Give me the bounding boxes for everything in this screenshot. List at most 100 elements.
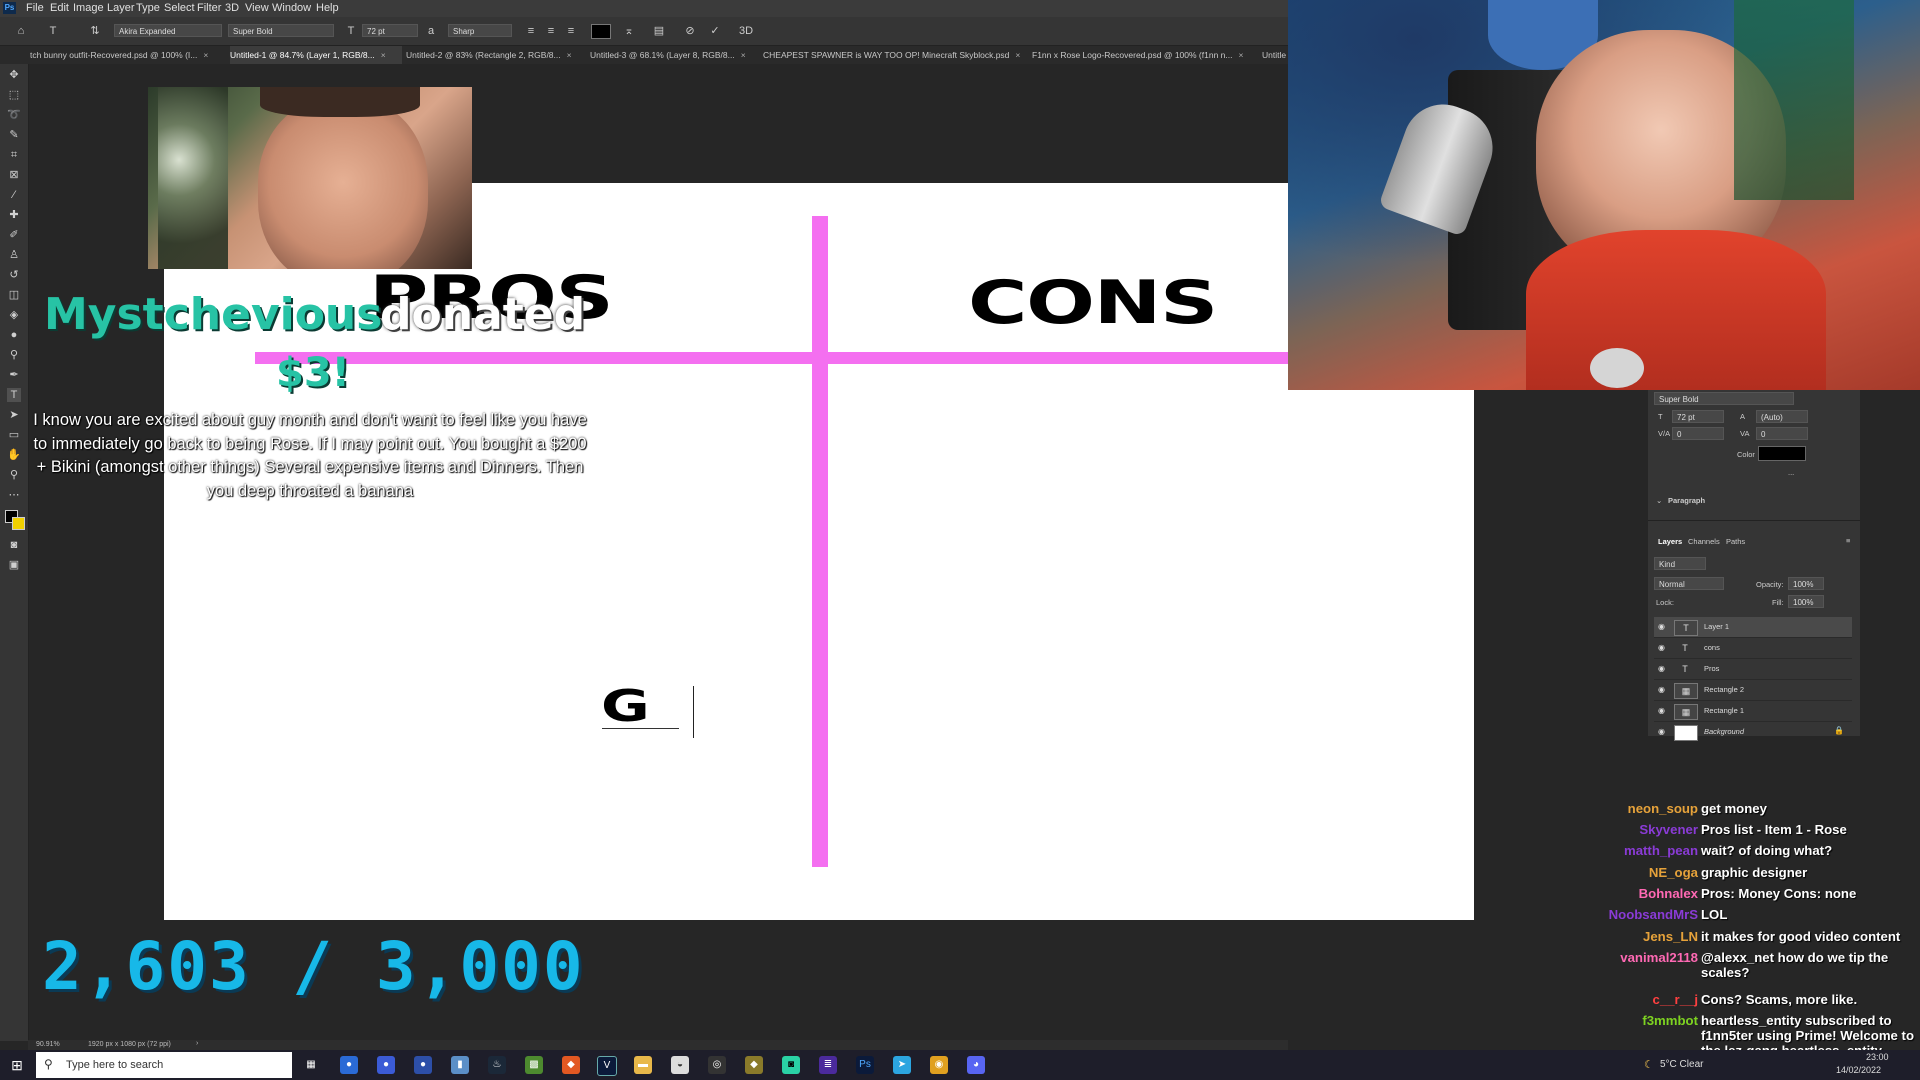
pen-tool-icon[interactable]: ✒ xyxy=(7,368,21,382)
file-explorer-icon[interactable]: ▬ xyxy=(634,1056,652,1074)
menu-filter[interactable]: Filter xyxy=(197,2,221,14)
text-orientation-icon[interactable]: ⇅ xyxy=(88,24,102,38)
hand-tool-icon[interactable]: ✋ xyxy=(7,448,21,462)
zoom-tool-icon[interactable]: ⚲ xyxy=(7,468,21,482)
menu-image[interactable]: Image xyxy=(73,2,104,14)
close-icon[interactable]: × xyxy=(1238,50,1243,60)
chrome-icon[interactable]: ◉ xyxy=(930,1056,948,1074)
menu-3d[interactable]: 3D xyxy=(225,2,239,14)
clock-time[interactable]: 23:00 xyxy=(1866,1052,1889,1062)
font-family-select[interactable]: Akira Expanded xyxy=(114,24,222,37)
app-icon[interactable]: ◆ xyxy=(562,1056,580,1074)
eye-icon[interactable]: ◉ xyxy=(1658,706,1665,715)
layer-row-background[interactable]: ◉ Background 🔒 xyxy=(1654,722,1852,742)
vegas-icon[interactable]: V xyxy=(597,1056,617,1076)
discord-icon[interactable]: ◕ xyxy=(967,1056,985,1074)
dodge-tool-icon[interactable]: ⚲ xyxy=(7,348,21,362)
app-icon[interactable]: ◆ xyxy=(745,1056,763,1074)
kerning-field[interactable]: 0 xyxy=(1672,427,1724,440)
tab-doc-3[interactable]: Untitled-2 @ 83% (Rectangle 2, RGB/8... × xyxy=(406,46,576,64)
rectangle-tool-icon[interactable]: ▭ xyxy=(7,428,21,442)
more-options-icon[interactable]: ... xyxy=(1788,468,1794,477)
type-tool-icon[interactable]: T xyxy=(7,388,21,402)
align-right-icon[interactable]: ≡ xyxy=(564,24,578,38)
app-icon[interactable]: ◙ xyxy=(782,1056,800,1074)
history-brush-tool-icon[interactable]: ↺ xyxy=(7,268,21,282)
app-icon[interactable]: ◒ xyxy=(671,1056,689,1074)
healing-brush-tool-icon[interactable]: ✚ xyxy=(7,208,21,222)
close-icon[interactable]: × xyxy=(1015,50,1020,60)
steam-icon[interactable]: ♨ xyxy=(488,1056,506,1074)
font-style-field[interactable]: Super Bold xyxy=(1654,392,1794,405)
tab-doc-4[interactable]: Untitled-3 @ 68.1% (Layer 8, RGB/8... × xyxy=(590,46,755,64)
stamp-tool-icon[interactable]: ♙ xyxy=(7,248,21,262)
taskbar-search[interactable]: ⚲ Type here to search xyxy=(36,1052,292,1078)
tab-doc-5[interactable]: CHEAPEST SPAWNER is WAY TOO OP! Minecraf… xyxy=(763,46,1025,64)
marquee-tool-icon[interactable]: ⬚ xyxy=(7,88,21,102)
tab-layers[interactable]: Layers xyxy=(1658,537,1682,546)
tab-doc-2[interactable]: Untitled-1 @ 84.7% (Layer 1, RGB/8... × xyxy=(230,46,402,64)
eye-icon[interactable]: ◉ xyxy=(1658,685,1665,694)
commit-check-icon[interactable]: ✓ xyxy=(708,24,722,38)
app-icon[interactable]: ● xyxy=(377,1056,395,1074)
text-color-swatch[interactable] xyxy=(591,24,611,39)
quick-mask-icon[interactable]: ◙ xyxy=(7,538,21,552)
cons-heading[interactable]: CONS xyxy=(968,268,1218,338)
menu-file[interactable]: File xyxy=(26,2,44,14)
layer-row-rectangle-2[interactable]: ◉ ▦ Rectangle 2 xyxy=(1654,680,1852,701)
windows-start-icon[interactable]: ⊞ xyxy=(8,1056,26,1074)
layer-row-rectangle-1[interactable]: ◉ ▦ Rectangle 1 xyxy=(1654,701,1852,722)
close-icon[interactable]: × xyxy=(741,50,746,60)
clock-date[interactable]: 14/02/2022 xyxy=(1836,1065,1881,1075)
obs-icon[interactable]: ◎ xyxy=(708,1056,726,1074)
align-left-icon[interactable]: ≡ xyxy=(524,24,538,38)
paint-bucket-tool-icon[interactable]: ◈ xyxy=(7,308,21,322)
eye-icon[interactable]: ◉ xyxy=(1658,643,1665,652)
telegram-icon[interactable]: ➤ xyxy=(893,1056,911,1074)
eye-icon[interactable]: ◉ xyxy=(1658,664,1665,673)
chevron-down-icon[interactable]: ⌄ xyxy=(1656,496,1662,505)
blend-mode-select[interactable]: Normal xyxy=(1654,577,1724,590)
tab-paths[interactable]: Paths xyxy=(1726,537,1745,546)
3d-button[interactable]: 3D xyxy=(736,24,756,38)
blur-tool-icon[interactable]: ● xyxy=(7,328,21,342)
opacity-field[interactable]: 100% xyxy=(1788,577,1824,590)
home-icon[interactable]: ⌂ xyxy=(14,24,28,38)
tracking-field[interactable]: 0 xyxy=(1756,427,1808,440)
menu-view[interactable]: View xyxy=(245,2,269,14)
close-icon[interactable]: × xyxy=(203,50,208,60)
screen-mode-icon[interactable]: ▣ xyxy=(7,558,21,572)
path-select-tool-icon[interactable]: ➤ xyxy=(7,408,21,422)
quick-select-tool-icon[interactable]: ✎ xyxy=(7,128,21,142)
weather-text[interactable]: 5°C Clear xyxy=(1660,1059,1703,1070)
color-swatch[interactable] xyxy=(1758,446,1806,461)
app-icon[interactable]: ● xyxy=(340,1056,358,1074)
leading-field[interactable]: (Auto) xyxy=(1756,410,1808,423)
font-size-field[interactable]: 72 pt xyxy=(1672,410,1724,423)
more-tools-icon[interactable]: ⋯ xyxy=(7,488,21,502)
background-color-swatch[interactable] xyxy=(12,517,25,530)
minecraft-icon[interactable]: ▩ xyxy=(525,1056,543,1074)
tab-channels[interactable]: Channels xyxy=(1688,537,1720,546)
tab-doc-7[interactable]: Untitle xyxy=(1262,46,1288,64)
type-tool-icon[interactable]: T xyxy=(46,24,60,38)
frame-tool-icon[interactable]: ⊠ xyxy=(7,168,21,182)
layer-row-pros[interactable]: ◉ T Pros xyxy=(1654,659,1852,680)
eyedropper-tool-icon[interactable]: ⁄ xyxy=(7,188,21,202)
typing-text[interactable]: G xyxy=(601,681,650,732)
menu-layer[interactable]: Layer xyxy=(107,2,135,14)
character-panel-icon[interactable]: ▤ xyxy=(652,24,666,38)
eye-icon[interactable]: ◉ xyxy=(1658,622,1665,631)
layer-filter-kind[interactable]: Kind xyxy=(1654,557,1706,570)
menu-type[interactable]: Type xyxy=(136,2,160,14)
lasso-tool-icon[interactable]: ➰ xyxy=(7,108,21,122)
close-icon[interactable]: × xyxy=(381,50,386,60)
crop-tool-icon[interactable]: ⌗ xyxy=(7,148,21,162)
font-style-select[interactable]: Super Bold xyxy=(228,24,334,37)
chevron-right-icon[interactable]: › xyxy=(196,1040,198,1047)
app-icon[interactable]: ▮ xyxy=(451,1056,469,1074)
close-icon[interactable]: × xyxy=(567,50,572,60)
layer-row-layer-1[interactable]: ◉ T Layer 1 xyxy=(1654,617,1852,638)
layer-row-cons[interactable]: ◉ T cons xyxy=(1654,638,1852,659)
app-icon[interactable]: ≣ xyxy=(819,1056,837,1074)
